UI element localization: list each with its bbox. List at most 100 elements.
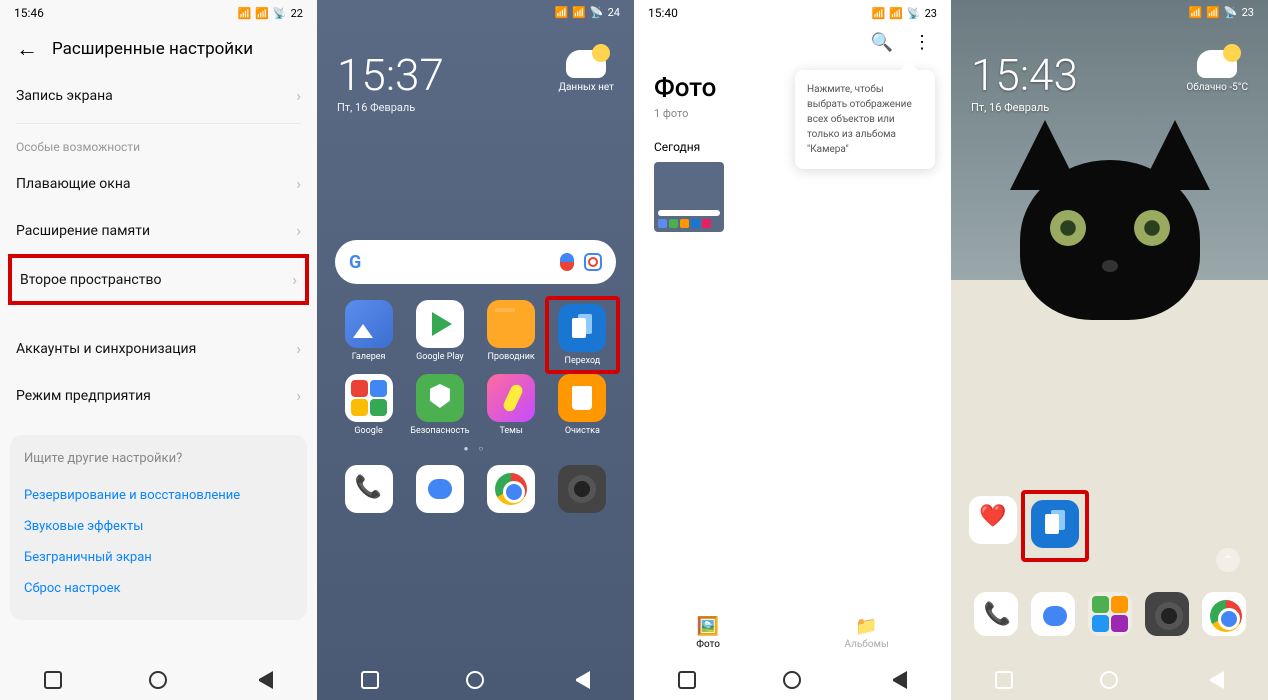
section-label: Особые возможности xyxy=(16,134,301,160)
status-bar: 15:40 📶📶📡23 xyxy=(634,0,951,26)
nav-recent-icon[interactable] xyxy=(44,671,62,689)
chrome-icon xyxy=(487,465,535,513)
app-grid: Галерея Google Play Проводник Переход Go… xyxy=(317,284,634,440)
app-switch-space[interactable] xyxy=(1021,490,1089,562)
tab-albums[interactable]: 📁Альбомы xyxy=(844,616,888,650)
messages-icon xyxy=(1031,592,1075,636)
status-bar: 📶📶📡24 xyxy=(317,0,634,25)
mic-icon[interactable] xyxy=(560,253,574,271)
apps-folder-icon xyxy=(1088,592,1132,636)
gallery-screen: 15:40 📶📶📡23 🔍 ⋮ Фото Нажмите, чтобы выбр… xyxy=(634,0,951,700)
chevron-right-icon: › xyxy=(296,386,301,405)
row-second-space[interactable]: Второе пространство› xyxy=(8,254,309,305)
dock-chrome[interactable] xyxy=(478,465,545,517)
nav-back-icon[interactable] xyxy=(1206,671,1224,689)
lens-icon[interactable] xyxy=(584,253,602,271)
switch-space-icon xyxy=(1031,500,1079,548)
tip-reset[interactable]: Сброс настроек xyxy=(24,573,293,604)
weather-widget[interactable]: Облачно -5°C xyxy=(1186,50,1248,93)
chevron-right-icon: › xyxy=(296,221,301,240)
app-security[interactable]: Безопасность xyxy=(406,374,473,436)
chevron-right-icon: › xyxy=(292,270,297,289)
app-file-manager[interactable]: Проводник xyxy=(478,300,545,370)
health-icon xyxy=(969,496,1017,544)
photo-icon: 🖼️ xyxy=(696,616,720,637)
nav-recent-icon[interactable] xyxy=(678,671,696,689)
nav-back-icon[interactable] xyxy=(255,671,273,689)
tips-card: Ищите другие настройки? Резервирование и… xyxy=(10,435,307,620)
status-bar: 📶📶📡23 xyxy=(951,0,1268,25)
gallery-icon xyxy=(345,300,393,348)
bottom-tabs: 🖼️Фото 📁Альбомы xyxy=(634,606,951,660)
weather-text: Данных нет xyxy=(558,82,614,93)
dock-messages[interactable] xyxy=(1026,592,1079,640)
row-accounts-sync[interactable]: Аккаунты и синхронизация› xyxy=(16,325,301,372)
home-screen-second-space: 📶📶📡23 15:43 Пт, 16 Февраль Облачно -5°C … xyxy=(951,0,1268,700)
app-google-play[interactable]: Google Play xyxy=(406,300,473,370)
nav-recent-icon[interactable] xyxy=(995,671,1013,689)
status-icons: 📶📶📡22 xyxy=(238,7,303,20)
app-google-folder[interactable]: Google xyxy=(335,374,402,436)
page-indicator: ● ○ xyxy=(317,440,634,457)
row-memory-extension[interactable]: Расширение памяти› xyxy=(16,207,301,254)
app-cleaner[interactable]: Очистка xyxy=(549,374,616,436)
play-store-icon xyxy=(416,300,464,348)
nav-home-icon[interactable] xyxy=(149,671,167,689)
weather-icon xyxy=(1197,50,1237,78)
dock-chrome[interactable] xyxy=(1197,592,1250,640)
search-icon[interactable]: 🔍 xyxy=(871,32,893,53)
app-gallery[interactable]: Галерея xyxy=(335,300,402,370)
messages-icon xyxy=(416,465,464,513)
camera-icon xyxy=(558,465,606,513)
settings-list: Запись экрана› Особые возможности Плаваю… xyxy=(0,72,317,419)
weather-widget[interactable]: Данных нет xyxy=(558,50,614,93)
dock-camera[interactable] xyxy=(1140,592,1193,640)
status-time: 15:46 xyxy=(14,6,44,20)
albums-icon: 📁 xyxy=(844,616,888,637)
tip-sound[interactable]: Звуковые эффекты xyxy=(24,511,293,542)
nav-bar xyxy=(0,660,317,700)
phone-icon xyxy=(345,465,393,513)
google-search-bar[interactable]: G xyxy=(335,240,616,284)
weather-icon xyxy=(566,50,606,78)
swipe-up-indicator[interactable]: ⌃ xyxy=(1216,548,1240,572)
nav-home-icon[interactable] xyxy=(1100,671,1118,689)
nav-back-icon[interactable] xyxy=(572,671,590,689)
toolbar: 🔍 ⋮ xyxy=(634,26,951,59)
nav-bar xyxy=(634,660,951,700)
dock-messages[interactable] xyxy=(406,465,473,517)
back-icon[interactable]: ← xyxy=(16,36,38,62)
phone-icon xyxy=(974,592,1018,636)
row-enterprise-mode[interactable]: Режим предприятия› xyxy=(16,372,301,419)
app-themes[interactable]: Темы xyxy=(478,374,545,436)
dock-folder[interactable] xyxy=(1083,592,1136,640)
onboarding-tooltip[interactable]: Нажмите, чтобы выбрать отображение всех … xyxy=(795,70,935,169)
nav-home-icon[interactable] xyxy=(783,671,801,689)
home-screen-first-space: 📶📶📡24 15:37 Пт, 16 Февраль Данных нет G … xyxy=(317,0,634,700)
themes-icon xyxy=(487,374,535,422)
row-floating-windows[interactable]: Плавающие окна› xyxy=(16,160,301,207)
nav-bar xyxy=(317,660,634,700)
shield-icon xyxy=(416,374,464,422)
app-health[interactable] xyxy=(969,496,1017,556)
app-switch-space[interactable]: Переход xyxy=(545,296,620,374)
nav-recent-icon[interactable] xyxy=(361,671,379,689)
status-icons: 📶📶📡23 xyxy=(872,7,937,20)
nav-bar xyxy=(951,660,1268,700)
clock-date: Пт, 16 Февраль xyxy=(337,101,614,114)
folder-icon xyxy=(487,300,535,348)
dock-camera[interactable] xyxy=(549,465,616,517)
row-screen-record[interactable]: Запись экрана› xyxy=(16,72,301,119)
status-time: 15:40 xyxy=(648,6,678,20)
dock-phone[interactable] xyxy=(969,592,1022,640)
google-folder-icon xyxy=(345,374,393,422)
nav-home-icon[interactable] xyxy=(466,671,484,689)
photo-thumbnail[interactable] xyxy=(654,162,724,232)
tip-backup[interactable]: Резервирование и восстановление xyxy=(24,480,293,511)
tab-photos[interactable]: 🖼️Фото xyxy=(696,616,720,650)
dock-phone[interactable] xyxy=(335,465,402,517)
nav-back-icon[interactable] xyxy=(889,671,907,689)
tip-fullscreen[interactable]: Безграничный экран xyxy=(24,542,293,573)
weather-text: Облачно -5°C xyxy=(1186,82,1248,93)
more-icon[interactable]: ⋮ xyxy=(913,32,931,53)
